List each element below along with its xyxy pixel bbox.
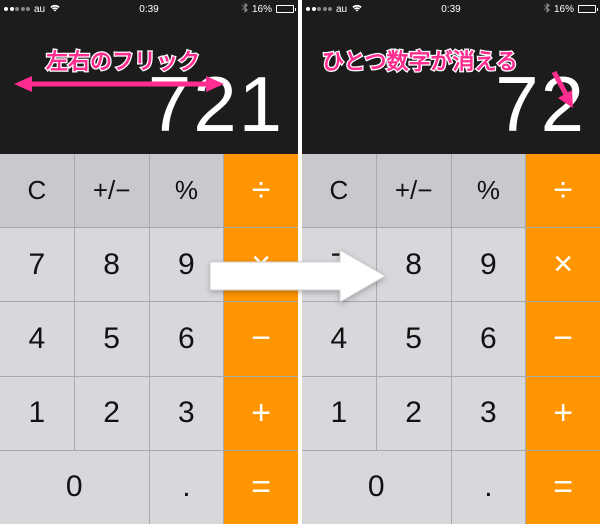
minus-button[interactable]: − bbox=[526, 302, 600, 375]
digit-8-button[interactable]: 8 bbox=[377, 228, 451, 301]
digit-4-button[interactable]: 4 bbox=[0, 302, 74, 375]
digit-3-button[interactable]: 3 bbox=[452, 377, 526, 450]
sign-button[interactable]: +/− bbox=[377, 154, 451, 227]
digit-0-button[interactable]: 0 bbox=[0, 451, 149, 524]
digit-2-button[interactable]: 2 bbox=[75, 377, 149, 450]
digit-4-button[interactable]: 4 bbox=[302, 302, 376, 375]
battery-pct: 16% bbox=[554, 4, 574, 15]
signal-dots-icon bbox=[4, 7, 30, 11]
flick-arrow-icon bbox=[14, 74, 224, 94]
digit-9-button[interactable]: 9 bbox=[452, 228, 526, 301]
carrier-label: au bbox=[336, 4, 347, 15]
bluetooth-icon bbox=[241, 3, 248, 16]
digit-6-button[interactable]: 6 bbox=[150, 302, 224, 375]
battery-pct: 16% bbox=[252, 4, 272, 15]
plus-button[interactable]: + bbox=[224, 377, 298, 450]
clear-button[interactable]: C bbox=[0, 154, 74, 227]
calc-display[interactable]: 左右のフリック 721 bbox=[0, 18, 298, 154]
digit-7-button[interactable]: 7 bbox=[0, 228, 74, 301]
multiply-button[interactable]: × bbox=[526, 228, 600, 301]
digit-2-button[interactable]: 2 bbox=[377, 377, 451, 450]
annotation-delete: ひとつ数字が消える bbox=[322, 44, 518, 76]
wifi-icon bbox=[351, 3, 363, 15]
keypad: C +/− % ÷ 7 8 9 × 4 5 6 − 1 2 3 + 0 . = bbox=[0, 154, 298, 524]
decimal-button[interactable]: . bbox=[452, 451, 526, 524]
signal-dots-icon bbox=[306, 7, 332, 11]
delete-arrow-icon bbox=[548, 68, 578, 108]
digit-0-button[interactable]: 0 bbox=[302, 451, 451, 524]
wifi-icon bbox=[49, 3, 61, 15]
clock: 0:39 bbox=[139, 4, 158, 15]
clear-button[interactable]: C bbox=[302, 154, 376, 227]
digit-3-button[interactable]: 3 bbox=[150, 377, 224, 450]
calc-display[interactable]: ひとつ数字が消える 72 bbox=[302, 18, 600, 154]
divide-button[interactable]: ÷ bbox=[224, 154, 298, 227]
bluetooth-icon bbox=[543, 3, 550, 16]
carrier-label: au bbox=[34, 4, 45, 15]
keypad: C +/− % ÷ 7 8 9 × 4 5 6 − 1 2 3 + 0 . = bbox=[302, 154, 600, 524]
equals-button[interactable]: = bbox=[526, 451, 600, 524]
equals-button[interactable]: = bbox=[224, 451, 298, 524]
percent-button[interactable]: % bbox=[452, 154, 526, 227]
sign-button[interactable]: +/− bbox=[75, 154, 149, 227]
digit-6-button[interactable]: 6 bbox=[452, 302, 526, 375]
digit-1-button[interactable]: 1 bbox=[0, 377, 74, 450]
minus-button[interactable]: − bbox=[224, 302, 298, 375]
digit-5-button[interactable]: 5 bbox=[75, 302, 149, 375]
battery-icon bbox=[276, 5, 294, 13]
plus-button[interactable]: + bbox=[526, 377, 600, 450]
annotation-flick: 左右のフリック bbox=[46, 44, 200, 76]
status-bar: au 0:39 16% bbox=[0, 0, 298, 18]
divide-button[interactable]: ÷ bbox=[526, 154, 600, 227]
status-bar: au 0:39 16% bbox=[302, 0, 600, 18]
battery-icon bbox=[578, 5, 596, 13]
digit-1-button[interactable]: 1 bbox=[302, 377, 376, 450]
digit-8-button[interactable]: 8 bbox=[75, 228, 149, 301]
decimal-button[interactable]: . bbox=[150, 451, 224, 524]
clock: 0:39 bbox=[441, 4, 460, 15]
digit-5-button[interactable]: 5 bbox=[377, 302, 451, 375]
transition-arrow-icon bbox=[210, 250, 385, 302]
percent-button[interactable]: % bbox=[150, 154, 224, 227]
